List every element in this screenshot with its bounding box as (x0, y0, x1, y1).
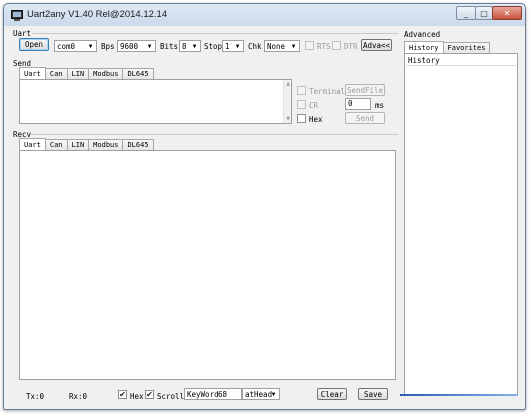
minimize-button[interactable]: _ (456, 6, 476, 20)
recv-tab-modbus[interactable]: Modbus (88, 139, 124, 150)
bps-select[interactable]: 9600 ▼ (117, 40, 156, 52)
cr-label: CR (309, 101, 319, 110)
uart-group-label: Uart (13, 29, 32, 38)
scroll-label: Scroll (157, 392, 185, 401)
maximize-icon: □ (480, 8, 488, 18)
title-bar[interactable]: Uart2any V1.40 Rel@2014.12.14 _ □ ✕ (4, 4, 525, 26)
advanced-group-label: Advanced (404, 30, 441, 39)
sendfile-button[interactable]: SendFile (345, 84, 385, 96)
chevron-down-icon: ▼ (88, 42, 93, 50)
open-button[interactable]: Open (19, 38, 49, 51)
terminal-checkbox[interactable] (297, 86, 306, 95)
bps-value: 9600 (120, 41, 139, 51)
send-hex-checkbox[interactable] (297, 114, 306, 123)
chevron-down-icon: ▼ (192, 42, 197, 50)
interval-unit: ms (375, 101, 385, 110)
save-button[interactable]: Save (358, 388, 388, 400)
athead-select[interactable]: atHead ▼ (242, 388, 280, 400)
cr-checkbox[interactable] (297, 100, 306, 109)
bits-value: 8 (182, 41, 187, 51)
recv-hex-label: Hex (130, 392, 144, 401)
recv-hex-checkbox[interactable]: ✔ (118, 390, 127, 399)
app-icon (11, 10, 23, 21)
close-icon: ✕ (503, 8, 511, 18)
tx-counter: Tx:0 (26, 392, 45, 401)
stop-label: Stop (204, 42, 223, 51)
recv-output[interactable] (19, 150, 396, 380)
recv-tab-can[interactable]: Can (44, 139, 68, 150)
app-window: Uart2any V1.40 Rel@2014.12.14 _ □ ✕ Uart… (3, 3, 526, 410)
send-tab-uart[interactable]: Uart (19, 67, 46, 79)
recv-tab-dl645[interactable]: DL645 (122, 139, 154, 150)
minimize-icon: _ (464, 8, 468, 18)
rts-checkbox[interactable] (305, 41, 314, 50)
dtr-label: DTR (344, 42, 358, 51)
rts-label: RTS (317, 42, 331, 51)
stop-value: 1 (225, 41, 230, 51)
chevron-down-icon: ▼ (147, 42, 152, 50)
scroll-up-icon[interactable]: ▲ (284, 80, 292, 88)
send-input[interactable]: ▲ ▼ (19, 79, 292, 124)
bps-label: Bps (101, 42, 115, 51)
clear-button[interactable]: Clear (317, 388, 347, 400)
send-scrollbar[interactable]: ▲ ▼ (283, 80, 291, 123)
checkmark-icon: ✔ (119, 389, 126, 399)
window-title: Uart2any V1.40 Rel@2014.12.14 (27, 9, 168, 20)
maximize-button[interactable]: □ (475, 6, 493, 20)
send-tab-lin[interactable]: LIN (66, 68, 90, 79)
advanced-toggle-button[interactable]: Adva<< (361, 39, 392, 51)
tab-history[interactable]: History (404, 41, 444, 53)
scroll-down-icon[interactable]: ▼ (284, 115, 292, 123)
advanced-tabs: History Favorites (404, 41, 491, 53)
chk-select[interactable]: None ▼ (264, 40, 300, 52)
terminal-label: Terminal (309, 87, 346, 96)
keyword-label: KeyWord (187, 390, 219, 399)
tab-favorites[interactable]: Favorites (442, 42, 491, 53)
send-tabs: Uart Can LIN Modbus DL645 (19, 67, 154, 79)
chevron-down-icon: ▼ (235, 42, 240, 50)
send-button[interactable]: Send (345, 112, 385, 124)
recv-tab-uart[interactable]: Uart (19, 138, 46, 150)
recv-group-divider (30, 134, 398, 135)
send-tab-can[interactable]: Can (44, 68, 68, 79)
interval-input[interactable]: 0 (345, 98, 371, 110)
history-list[interactable]: History (404, 53, 518, 395)
chk-value: None (267, 41, 286, 51)
send-tab-dl645[interactable]: DL645 (122, 68, 154, 79)
scroll-checkbox[interactable]: ✔ (145, 390, 154, 399)
checkmark-icon: ✔ (146, 389, 153, 399)
bottom-right-underline (400, 394, 518, 396)
keyword-input[interactable]: 68 (218, 390, 227, 399)
chevron-down-icon: ▼ (291, 42, 296, 50)
dtr-checkbox[interactable] (332, 41, 341, 50)
client-area: Uart Open com0 ▼ Bps 9600 ▼ Bits 8 ▼ Sto… (8, 26, 521, 406)
bits-select[interactable]: 8 ▼ (179, 40, 201, 52)
history-list-header: History (408, 56, 440, 65)
keyword-box: KeyWord 68 (184, 388, 242, 400)
recv-tab-lin[interactable]: LIN (66, 139, 90, 150)
chevron-down-icon: ▼ (271, 390, 276, 398)
chk-label: Chk (248, 42, 262, 51)
stop-select[interactable]: 1 ▼ (222, 40, 244, 52)
port-value: com0 (57, 41, 76, 51)
bits-label: Bits (160, 42, 179, 51)
history-header-divider (406, 65, 516, 66)
send-tab-modbus[interactable]: Modbus (88, 68, 124, 79)
port-select[interactable]: com0 ▼ (54, 40, 97, 52)
uart-group-divider (32, 33, 398, 34)
rx-counter: Rx:0 (69, 392, 88, 401)
send-hex-label: Hex (309, 115, 323, 124)
close-button[interactable]: ✕ (492, 6, 522, 20)
recv-tabs: Uart Can LIN Modbus DL645 (19, 138, 154, 150)
